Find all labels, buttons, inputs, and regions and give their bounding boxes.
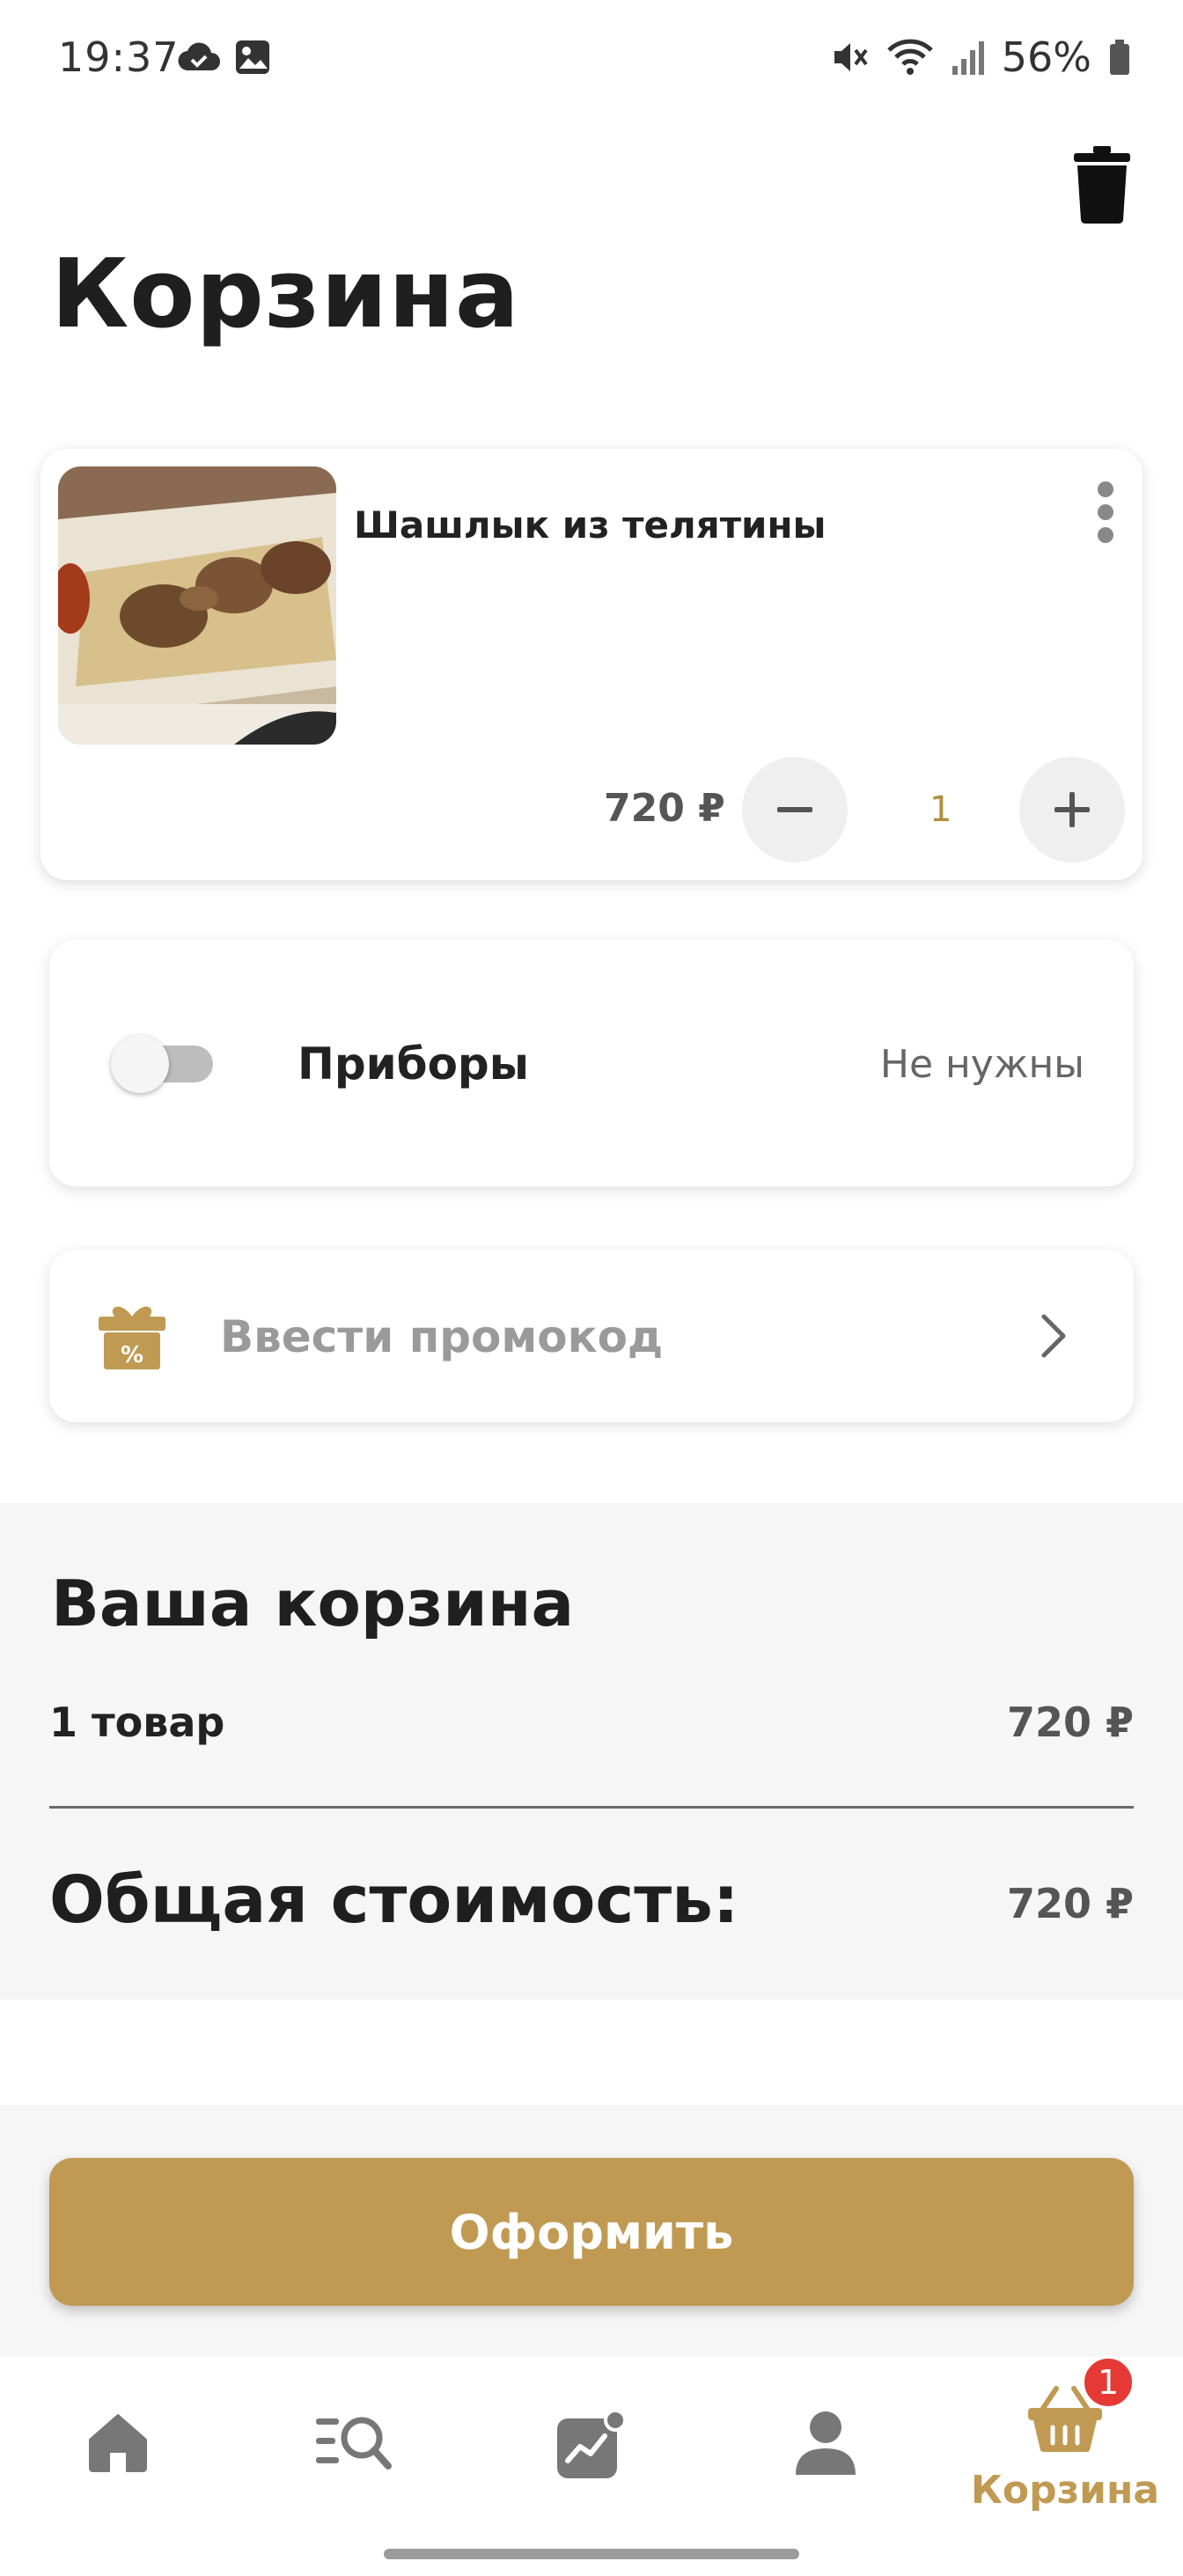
summary-total-label: Общая стоимость: [49,1862,739,1938]
quantity-decrease-button[interactable] [742,757,848,862]
cart-count-badge: 1 [1081,2355,1135,2410]
nav-cart[interactable]: Корзина [947,2357,1183,2536]
summary-divider [49,1806,1134,1809]
cloud-check-icon [178,42,220,71]
gift-percent-icon: % [99,1306,165,1369]
home-icon [89,2414,147,2472]
nav-profile[interactable] [708,2357,944,2536]
cutlery-label: Приборы [298,1038,529,1090]
profile-icon [796,2411,856,2475]
cutlery-card: Приборы Не нужны [49,940,1134,1186]
plus-icon [1054,792,1090,827]
cart-item-image [58,466,336,745]
wifi-icon [886,39,933,75]
status-right: 56% [831,33,1132,81]
image-icon [236,40,269,74]
delete-all-button[interactable] [1070,144,1134,224]
cutlery-toggle[interactable] [111,1035,213,1093]
home-indicator[interactable] [384,2549,799,2559]
summary-item-count: 1 товар [49,1699,225,1746]
nav-activity[interactable] [472,2357,708,2536]
bottom-navigation: Корзина [0,2357,1183,2536]
chevron-right-icon [1041,1314,1066,1358]
page-title: Корзина [51,239,520,349]
promo-code-label: Ввести промокод [220,1311,664,1362]
nav-cart-label: Корзина [970,2468,1160,2513]
mute-icon [834,43,868,71]
more-vertical-icon [1098,481,1113,543]
promo-code-button[interactable]: % Ввести промокод [49,1250,1134,1422]
chart-notification-icon [557,2410,626,2478]
cart-item-price: 720 ₽ [604,786,725,831]
checkout-area: Оформить [0,2105,1183,2357]
menu-search-icon [316,2417,392,2470]
status-time: 19:37 [58,33,180,81]
cart-summary: Ваша корзина 1 товар 720 ₽ Общая стоимос… [0,1503,1183,2000]
summary-subtotal: 720 ₽ [1006,1699,1134,1746]
battery-icon [1110,40,1129,75]
minus-icon [777,807,812,812]
status-left-icons [176,39,271,76]
cart-item-card: Шашлык из телятины 720 ₽ 1 [40,449,1143,880]
cart-item-menu-button[interactable] [1079,475,1132,554]
cart-item-name: Шашлык из телятины [354,503,827,547]
checkout-button[interactable]: Оформить [49,2158,1134,2306]
status-bar: 19:37 56% [0,0,1183,114]
trash-icon [1074,146,1130,224]
quantity-increase-button[interactable] [1019,757,1125,862]
summary-total-value: 720 ₽ [1006,1880,1134,1927]
quantity-value: 1 [930,789,952,830]
signal-icon [952,41,984,75]
summary-title: Ваша корзина [51,1567,575,1640]
battery-percent: 56% [1001,33,1091,81]
toggle-knob [111,1035,169,1093]
svg-text:%: % [121,1342,143,1369]
nav-menu-search[interactable] [236,2357,472,2536]
food-photo [58,466,336,745]
nav-home[interactable] [0,2357,236,2536]
cutlery-status: Не нужны [879,1042,1084,1087]
